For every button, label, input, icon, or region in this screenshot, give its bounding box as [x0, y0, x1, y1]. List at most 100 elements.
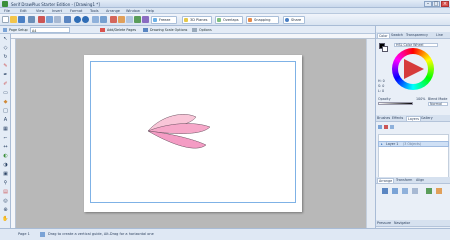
insert-picture-icon[interactable] — [92, 16, 99, 23]
format-painter-icon[interactable] — [64, 16, 71, 23]
drawing-page[interactable] — [84, 55, 302, 212]
menu-view[interactable]: View — [36, 9, 44, 13]
tab-align[interactable]: Align — [416, 178, 424, 183]
hand-icon[interactable] — [118, 16, 125, 23]
tab-brushes[interactable]: Brushes — [377, 116, 390, 121]
menu-file[interactable]: File — [4, 9, 10, 13]
paste-icon[interactable] — [54, 16, 61, 23]
menu-tools[interactable]: Tools — [90, 9, 99, 13]
opacity-slider[interactable] — [378, 102, 413, 105]
drawing-scale-button[interactable]: Drawing Scale Options — [150, 27, 187, 33]
copy-icon[interactable] — [46, 16, 53, 23]
page-size-select[interactable]: A4 — [30, 27, 70, 33]
petal-drawing[interactable] — [144, 111, 224, 161]
color-wheel-center — [398, 54, 428, 84]
rotate-icon[interactable] — [134, 16, 141, 23]
shape-icon[interactable]: ◆ — [2, 99, 9, 106]
layer-row[interactable]: ▸ Layer 1 (3 Objects) — [378, 141, 449, 147]
send-backward-icon[interactable] — [402, 188, 408, 194]
zoom-icon[interactable] — [110, 16, 117, 23]
pencil-icon[interactable]: ✎ — [2, 63, 9, 70]
fill-icon[interactable]: ◐ — [2, 153, 9, 160]
add-delete-pages-button[interactable]: Add/Delete Pages — [107, 27, 136, 33]
vertical-scrollbar[interactable] — [366, 39, 375, 228]
blend-mode-select[interactable]: Normal — [428, 102, 448, 106]
title-bar: Serif DrawPlus Starter Edition - [Drawin… — [0, 0, 450, 8]
delete-layer-icon[interactable] — [384, 125, 388, 129]
opacity-value: 100% — [416, 97, 426, 101]
menu-arrange[interactable]: Arrange — [106, 9, 120, 13]
envelope-icon[interactable]: ▤ — [2, 189, 9, 196]
send-to-back-icon[interactable] — [412, 188, 418, 194]
tab-pressure[interactable]: Pressure — [377, 221, 391, 226]
bottom-tabs: Pressure Navigator — [376, 220, 450, 227]
options-button[interactable]: Options — [199, 27, 212, 33]
pen-icon[interactable]: ✒ — [2, 72, 9, 79]
contour-icon[interactable]: ◎ — [2, 198, 9, 205]
brush-icon[interactable]: ✐ — [2, 81, 9, 88]
freeze-button[interactable]: Freeze — [151, 16, 177, 24]
canvas-workspace[interactable] — [16, 39, 366, 228]
tab-arrange[interactable]: Arrange — [377, 178, 395, 183]
minimize-button[interactable]: – — [424, 1, 432, 7]
overlaps-button[interactable]: Overlaps — [215, 16, 243, 24]
tab-transform[interactable]: Transform — [396, 178, 412, 183]
bring-forward-icon[interactable] — [392, 188, 398, 194]
view-icon[interactable] — [126, 16, 133, 23]
print-icon[interactable] — [28, 16, 35, 23]
group-icon[interactable] — [142, 16, 149, 23]
fill-color-swatch[interactable] — [382, 46, 388, 52]
hand-tool-icon[interactable]: ✋ — [2, 216, 9, 223]
eraser-icon[interactable]: ▭ — [2, 90, 9, 97]
menu-help[interactable]: Help — [146, 9, 154, 13]
save-icon[interactable] — [18, 16, 25, 23]
insert-table-icon[interactable] — [100, 16, 107, 23]
page-setup-button[interactable]: Page Setup — [9, 27, 28, 33]
close-button[interactable]: × — [441, 1, 449, 7]
node-icon[interactable]: ◇ — [2, 45, 9, 52]
text-icon[interactable]: A — [2, 117, 9, 124]
eyedropper-icon[interactable]: ⚲ — [2, 180, 9, 187]
rectangle-icon[interactable]: □ — [2, 108, 9, 115]
bring-to-front-icon[interactable] — [382, 188, 388, 194]
tab-layers[interactable]: Layers — [406, 116, 421, 121]
new-icon[interactable] — [2, 16, 9, 23]
tab-effects[interactable]: Effects — [392, 116, 403, 121]
add-layer-icon[interactable] — [378, 125, 382, 129]
color-mode-select[interactable]: HSL Color Wheel — [394, 43, 438, 47]
cut-icon[interactable] — [38, 16, 45, 23]
share-button[interactable]: Share — [283, 16, 305, 24]
zoom-tool-icon[interactable]: ⊕ — [2, 207, 9, 214]
snapping-button[interactable]: Snapping — [246, 16, 279, 24]
tab-swatch[interactable]: Swatch — [391, 33, 403, 38]
hsl-color-wheel[interactable] — [392, 48, 434, 90]
connector-icon[interactable]: ⌐ — [2, 135, 9, 142]
menu-insert[interactable]: Insert — [52, 9, 62, 13]
transparency-icon[interactable]: ◑ — [2, 162, 9, 169]
pointer-icon[interactable]: ↖ — [2, 36, 9, 43]
dimension-icon[interactable]: ↔ — [2, 144, 9, 151]
redo-icon[interactable] — [82, 16, 89, 23]
menu-edit[interactable]: Edit — [20, 9, 27, 13]
picture-icon[interactable]: ▣ — [2, 171, 9, 178]
tab-transparency[interactable]: Transparency — [406, 33, 428, 38]
page-indicator[interactable]: Page 1 — [18, 232, 30, 236]
tab-color[interactable]: Color — [377, 33, 390, 38]
page-setup-icon — [3, 28, 7, 32]
open-icon[interactable] — [10, 16, 17, 23]
layer-properties-icon[interactable] — [390, 125, 394, 129]
rotate-tool-icon[interactable]: ↻ — [2, 54, 9, 61]
color-triangle[interactable] — [398, 54, 428, 84]
ungroup-objects-icon[interactable] — [436, 188, 442, 194]
tab-gallery[interactable]: Gallery — [421, 116, 433, 121]
3d-planes-button[interactable]: 3D Planes — [182, 16, 212, 24]
table-icon[interactable]: ▦ — [2, 126, 9, 133]
menu-format[interactable]: Format — [70, 9, 82, 13]
undo-icon[interactable] — [74, 16, 81, 23]
maximize-button[interactable]: □ — [432, 1, 440, 7]
menu-window[interactable]: Window — [126, 9, 140, 13]
tab-navigator[interactable]: Navigator — [394, 221, 410, 226]
tab-line[interactable]: Line — [436, 33, 443, 38]
expand-icon[interactable]: ▸ — [381, 142, 383, 146]
group-objects-icon[interactable] — [426, 188, 432, 194]
